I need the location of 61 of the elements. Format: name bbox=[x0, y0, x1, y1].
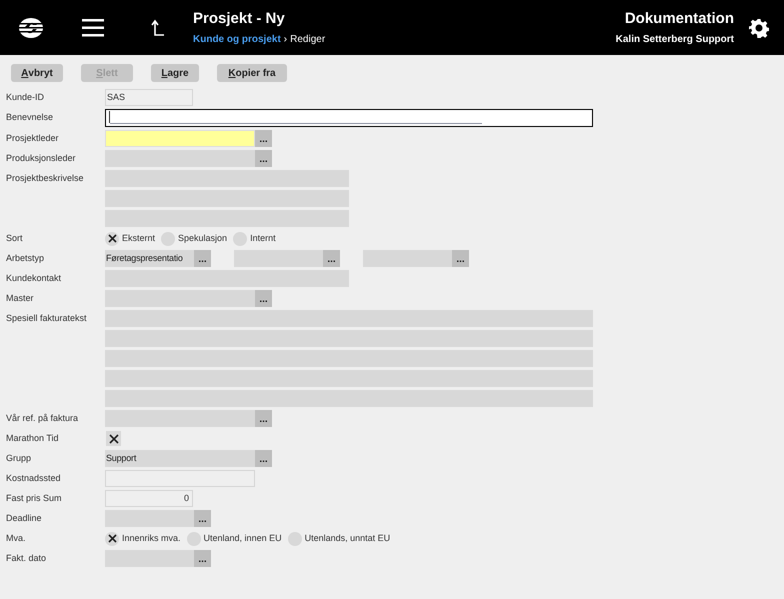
radio-option[interactable]: Utenlands, unntat EU bbox=[288, 532, 390, 546]
lookup-field[interactable]: Føretagspresentatio bbox=[105, 250, 194, 267]
input-field[interactable]: SAS bbox=[105, 89, 193, 106]
lookup-field[interactable] bbox=[105, 550, 194, 567]
field-label: Kundekontakt bbox=[6, 272, 62, 285]
ellipsis-button[interactable]: ... bbox=[194, 250, 211, 267]
ellipsis-button[interactable]: ... bbox=[452, 250, 469, 267]
ellipsis-button[interactable]: ... bbox=[323, 250, 340, 267]
field-label: Produksjonsleder bbox=[6, 152, 77, 165]
radio-button[interactable] bbox=[105, 532, 119, 546]
ellipsis-button[interactable]: ... bbox=[255, 410, 272, 427]
radio-option[interactable]: Utenland, innen EU bbox=[186, 532, 282, 546]
field-label: Sort bbox=[6, 232, 24, 245]
field-label: Benevnelse bbox=[6, 111, 54, 124]
lookup-field[interactable]: Support bbox=[105, 450, 255, 467]
ellipsis-button[interactable]: ... bbox=[194, 510, 211, 527]
user-name: Kalin Setterberg Support bbox=[616, 32, 734, 46]
ellipsis-button[interactable]: ... bbox=[255, 290, 272, 307]
logo-icon bbox=[18, 16, 44, 38]
lookup-field[interactable] bbox=[234, 250, 323, 267]
lookup-field[interactable] bbox=[105, 510, 194, 527]
radio-option[interactable]: Spekulasjon bbox=[161, 232, 228, 246]
toolbar-button[interactable]: Avbryt bbox=[11, 64, 63, 82]
page-title: Prosjekt - Ny bbox=[193, 8, 286, 28]
radio-option[interactable]: Innenriks mva. bbox=[105, 532, 181, 546]
field-label: Prosjektleder bbox=[6, 132, 60, 145]
lookup-field[interactable] bbox=[105, 130, 255, 147]
lookup-field[interactable] bbox=[105, 290, 255, 307]
field-label: Marathon Tid bbox=[6, 432, 60, 445]
ellipsis-button[interactable]: ... bbox=[255, 130, 272, 147]
field-label: Kunde-ID bbox=[6, 91, 46, 104]
field-label: Fakt. dato bbox=[6, 552, 48, 565]
input-field[interactable] bbox=[105, 470, 255, 487]
breadcrumb-current: Rediger bbox=[290, 32, 326, 46]
toolbar-button[interactable]: Kopier fra bbox=[217, 64, 287, 82]
lookup-field[interactable] bbox=[105, 150, 255, 167]
radio-button[interactable] bbox=[105, 232, 119, 246]
ellipsis-button[interactable]: ... bbox=[255, 450, 272, 467]
app-name: Dokumentation bbox=[624, 8, 734, 28]
lookup-field[interactable] bbox=[363, 250, 452, 267]
breadcrumb-link[interactable]: Kunde og prosjekt bbox=[193, 32, 281, 46]
radio-option[interactable]: Eksternt bbox=[105, 232, 156, 246]
radio-option[interactable]: Internt bbox=[233, 232, 276, 246]
input-field[interactable]: 0 bbox=[105, 490, 193, 507]
field-label: Spesiell fakturatekst bbox=[6, 312, 88, 325]
breadcrumb-separator: › bbox=[284, 32, 288, 46]
field-label: Master bbox=[6, 292, 35, 305]
lookup-field[interactable] bbox=[105, 410, 255, 427]
field-label: Prosjektbeskrivelse bbox=[6, 172, 85, 185]
field-label: Arbetstyp bbox=[6, 252, 46, 265]
field-label: Grupp bbox=[6, 452, 32, 465]
ellipsis-button[interactable]: ... bbox=[194, 550, 211, 567]
field-label: Kostnadssted bbox=[6, 472, 62, 485]
field-label: Deadline bbox=[6, 512, 43, 525]
field-label: Mva. bbox=[6, 532, 27, 545]
text-field[interactable] bbox=[105, 109, 593, 127]
checkbox[interactable] bbox=[106, 431, 121, 446]
ellipsis-button[interactable]: ... bbox=[255, 150, 272, 167]
toolbar-button[interactable]: Lagre bbox=[151, 64, 199, 82]
field-label: Vår ref. på faktura bbox=[6, 412, 80, 425]
field-label: Fast pris Sum bbox=[6, 492, 63, 505]
